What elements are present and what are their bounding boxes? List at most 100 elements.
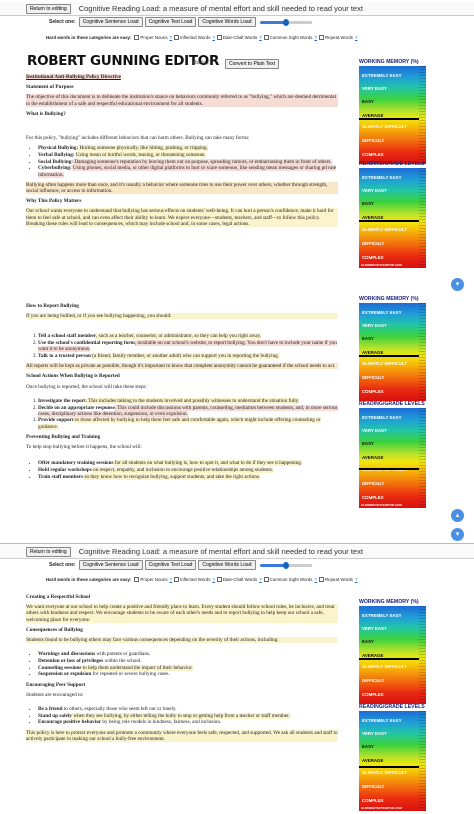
sentence-load-button[interactable]: Cognitive Sentence Load: [78, 560, 143, 570]
top-bar: Return to editing Cognitive Reading Load…: [0, 2, 474, 16]
help-link[interactable]: ?: [170, 35, 172, 40]
list-item: Social Bullying: Damaging someone's repu…: [38, 158, 338, 165]
list-item: Talk to a trusted person (a friend, fami…: [38, 353, 338, 360]
inflected-words-label: Inflected Words: [179, 577, 211, 582]
para-report: If you are being bullied, or if you see …: [26, 313, 338, 320]
text-load-button[interactable]: Cognitive Text Load: [144, 560, 197, 570]
scroll-down-button[interactable]: ▾: [451, 528, 464, 541]
dale-chall-label: Dale-Chall Words: [222, 35, 258, 40]
select-label: Select one:: [49, 562, 76, 568]
dale-chall-checkbox[interactable]: [216, 577, 222, 582]
grade-level-gauge: READING/GRADE LEVELS EXTREMELY EASY VERY…: [359, 401, 426, 508]
return-to-editing-button[interactable]: Return to editing: [26, 546, 71, 557]
help-link[interactable]: ?: [212, 577, 214, 582]
repeat-words-checkbox[interactable]: [318, 35, 324, 40]
sentence-load-button[interactable]: Cognitive Sentence Load: [78, 17, 143, 27]
help-link[interactable]: ?: [355, 577, 357, 582]
hard-words-label: Hard words in these categories are easy:: [46, 577, 132, 582]
list-item: Provide support to those affected by bul…: [38, 417, 338, 430]
list-item: Cyberbullying: Using phones, social medi…: [38, 165, 338, 178]
peer-list: Be a friend to others, especially those …: [38, 706, 338, 726]
heading-actions: School Actions When Bullying is Reported: [26, 373, 120, 380]
working-memory-gauge: WORKING MEMORY (%) EXTREMELY EASY VERY E…: [359, 295, 426, 401]
help-link[interactable]: ?: [315, 577, 317, 582]
help-link[interactable]: ?: [259, 35, 261, 40]
page-title: Cognitive Reading Load: a measure of men…: [78, 547, 363, 556]
scroll-down-button[interactable]: ▾: [451, 278, 464, 291]
hard-words-row: Hard words in these categories are easy:…: [0, 33, 474, 42]
list-item: Train staff members so they know how to …: [38, 473, 338, 480]
conseq-list: Warnings and discussions with parents or…: [38, 651, 338, 677]
help-link[interactable]: ?: [170, 577, 172, 582]
words-load-button[interactable]: Cognitive Words Load: [198, 560, 256, 570]
text-load-button[interactable]: Cognitive Text Load: [144, 17, 197, 27]
select-label: Select one:: [49, 19, 76, 25]
list-item: Offer mandatory training sessions for al…: [38, 460, 338, 467]
list-item: Detention or loss of privileges within t…: [38, 658, 338, 664]
document-body-2[interactable]: How to Report Bullying If you are being …: [26, 303, 338, 484]
heading-peer: Encouraging Peer Support: [26, 681, 86, 688]
document-body-1[interactable]: Institutional Anti-Bullying Policy Direc…: [26, 74, 338, 231]
prevent-steps: Offer mandatory training sessions for al…: [38, 460, 338, 480]
list-item: Use the school's confidential reporting …: [38, 340, 338, 353]
forms-list: Physical Bullying: Hurting someone physi…: [38, 145, 338, 178]
list-item: Tell a school staff member, such as a te…: [38, 333, 338, 340]
help-link[interactable]: ?: [212, 35, 214, 40]
list-item: Warnings and discussions with parents or…: [38, 651, 338, 657]
panel-divider: [0, 543, 474, 544]
gauge-marker: [359, 658, 419, 660]
scroll-up-button[interactable]: ▴: [451, 509, 464, 522]
help-link[interactable]: ?: [315, 35, 317, 40]
page-title: Cognitive Reading Load: a measure of men…: [78, 4, 363, 13]
load-slider[interactable]: [259, 18, 312, 26]
proper-nouns-label: Proper Nouns: [140, 35, 168, 40]
slider-knob[interactable]: [282, 561, 289, 569]
proper-nouns-label: Proper Nouns: [140, 577, 168, 582]
grade-level-gauge: READING/GRADE LEVELS EXTREMELY EASY VERY…: [359, 704, 426, 811]
load-selector: Select one: Cognitive Sentence Load Cogn…: [0, 17, 474, 27]
convert-plain-text-button[interactable]: Convert to Plain Text: [225, 59, 280, 69]
gauge-marker: [359, 766, 419, 768]
working-memory-title: WORKING MEMORY (%): [359, 59, 419, 65]
document-body-3[interactable]: Creating a Respectful School We want eve…: [26, 594, 338, 746]
inflected-words-checkbox[interactable]: [173, 577, 179, 582]
para-what: For this policy, "bullying" includes dif…: [26, 135, 250, 142]
sight-words-label: Common Sight Words: [269, 35, 313, 40]
grade-level-title: READING/GRADE LEVELS: [359, 704, 425, 710]
dale-chall-checkbox[interactable]: [216, 35, 222, 40]
help-link[interactable]: ?: [259, 577, 261, 582]
list-item: Physical Bullying: Hurting someone physi…: [38, 145, 338, 152]
help-link[interactable]: ?: [355, 35, 357, 40]
heading-what: What is Bullying?: [26, 110, 66, 117]
proper-nouns-checkbox[interactable]: [134, 35, 140, 40]
return-to-editing-button[interactable]: Return to editing: [26, 3, 71, 14]
repeat-words-label: Repeat Words: [324, 35, 353, 40]
para-purpose: The objective of this document is to del…: [26, 94, 338, 107]
words-load-button[interactable]: Cognitive Words Load: [198, 17, 256, 27]
para-prevent: To help stop bullying before it happens,…: [26, 444, 142, 451]
para-actions: Once bullying is reported, the school wi…: [26, 383, 148, 390]
top-bar: Return to editing Cognitive Reading Load…: [0, 545, 474, 559]
para-create: We want everyone at our school to help c…: [26, 604, 338, 623]
sight-words-checkbox[interactable]: [263, 35, 269, 40]
load-slider[interactable]: [259, 561, 312, 569]
heading-report: How to Report Bullying: [26, 303, 79, 309]
heading-prevent: Preventing Bullying and Training: [26, 433, 101, 440]
editor-title: ROBERT GUNNING EDITOR: [27, 53, 220, 69]
doc-title: Institutional Anti-Bullying Policy Direc…: [26, 74, 121, 80]
repeat-words-checkbox[interactable]: [318, 577, 324, 582]
proper-nouns-checkbox[interactable]: [134, 577, 140, 582]
gauge-marker: [359, 118, 419, 120]
slider-knob[interactable]: [282, 18, 289, 26]
report-steps: Tell a school staff member, such as a te…: [38, 333, 338, 360]
repeat-words-label: Repeat Words: [324, 577, 353, 582]
list-item: Counseling sessions to help them underst…: [38, 664, 338, 671]
para-after: Bullying often happens more than once, a…: [26, 181, 338, 195]
para-private: All reports will be kept as private as p…: [26, 363, 338, 370]
inflected-words-checkbox[interactable]: [173, 35, 179, 40]
grade-level-title: READING/GRADE LEVELS: [359, 161, 425, 167]
sight-words-checkbox[interactable]: [263, 577, 269, 582]
load-selector: Select one: Cognitive Sentence Load Cogn…: [0, 560, 474, 570]
grade-level-gauge: READING/GRADE LEVELS EXTREMELY EASY VERY…: [359, 161, 426, 268]
para-why: Our school wants everyone to understand …: [26, 208, 338, 227]
